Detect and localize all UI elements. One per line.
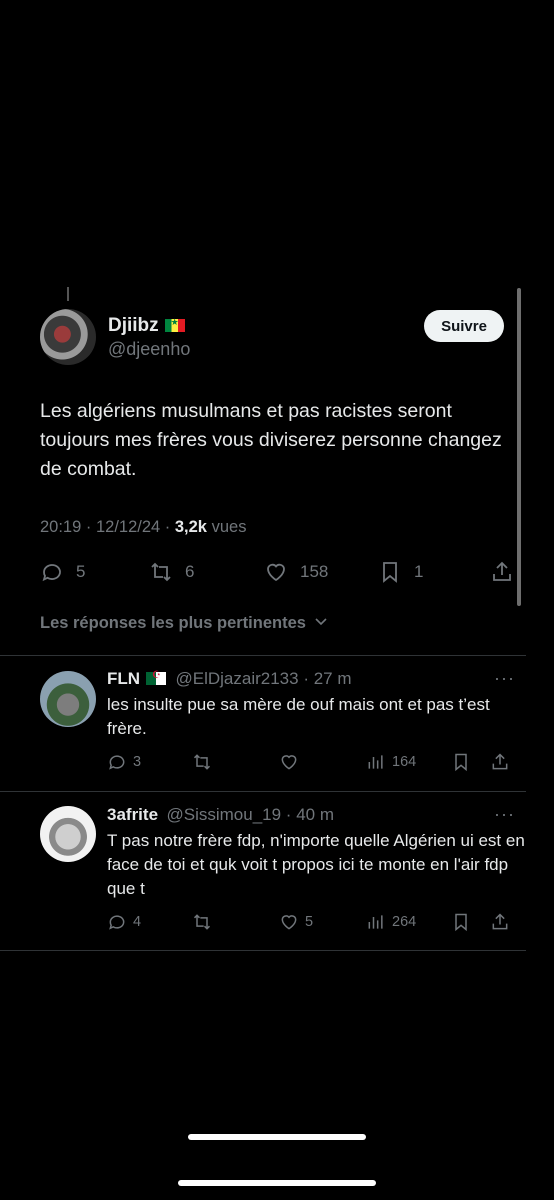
scrollbar[interactable] <box>517 288 521 606</box>
reply-button[interactable]: 5 <box>40 560 85 584</box>
bookmark-icon <box>455 913 467 932</box>
reply-author-handle[interactable]: @Sissimou_19 <box>166 805 281 824</box>
heart-icon <box>267 563 285 582</box>
repost-icon <box>193 914 211 930</box>
senegal-flag-icon <box>164 317 185 332</box>
heart-icon <box>281 755 297 770</box>
replies-sort-label: Les réponses les plus pertinentes <box>40 614 306 632</box>
bar-chart-icon <box>368 755 383 769</box>
speech-bubble-icon <box>42 564 61 582</box>
tweet-meta: 20:19 · 12/12/24 · 3,2k vues <box>40 518 247 536</box>
avatar[interactable] <box>40 309 96 365</box>
author-row[interactable]: Djiibz <box>108 315 185 337</box>
author-handle[interactable]: @djeenho <box>108 339 190 360</box>
views-button[interactable]: 164 <box>366 752 416 772</box>
like-button[interactable]: 158 <box>264 560 328 584</box>
chevron-down-icon <box>314 618 327 626</box>
views-count: 3,2k <box>174 518 207 536</box>
views-label: vues <box>211 518 247 536</box>
share-button[interactable] <box>490 560 526 584</box>
reply-count: 3 <box>133 754 142 770</box>
reply-header: 3afrite @Sissimou_19 · 40 m <box>107 805 334 824</box>
repost-count: 6 <box>185 562 195 581</box>
tweet-text: Les algériens musulmans et pas racistes … <box>40 400 502 480</box>
bookmark-icon <box>383 562 397 583</box>
follow-button[interactable]: Suivre <box>424 310 504 342</box>
share-button[interactable] <box>490 912 516 932</box>
reply-author-name[interactable]: 3afrite <box>107 805 158 824</box>
like-count: 5 <box>305 914 314 930</box>
views-count: 264 <box>392 914 417 930</box>
share-icon <box>492 753 508 770</box>
reply-count: 4 <box>133 914 142 930</box>
repost-icon <box>193 754 211 770</box>
reply-time[interactable]: 27 m <box>314 669 352 688</box>
like-button[interactable]: 5 <box>279 912 313 932</box>
divider <box>0 950 526 951</box>
bookmark-button[interactable] <box>451 752 477 772</box>
reply-text: les insulte pue sa mère de ouf mais ont … <box>107 695 490 738</box>
share-icon <box>492 913 508 930</box>
repost-button[interactable] <box>192 912 218 932</box>
reply-author-handle[interactable]: @ElDjazair2133 <box>176 669 299 688</box>
like-count: 158 <box>300 562 329 581</box>
more-dots-icon[interactable]: ··· <box>494 668 515 689</box>
reply-header: FLN @ElDjazair2133 · 27 m <box>107 669 352 689</box>
share-button[interactable] <box>490 752 516 772</box>
more-dots-icon[interactable]: ··· <box>494 804 515 825</box>
bookmark-count: 1 <box>414 562 424 581</box>
bookmark-button[interactable] <box>451 912 477 932</box>
avatar[interactable] <box>40 806 96 862</box>
like-button[interactable] <box>279 752 305 772</box>
speech-bubble-icon <box>109 915 125 930</box>
tweet-time[interactable]: 20:19 <box>40 518 81 536</box>
home-indicator[interactable] <box>188 1134 366 1140</box>
heart-icon <box>281 915 297 930</box>
reply-author-name[interactable]: FLN <box>107 669 140 688</box>
bar-chart-icon <box>368 915 383 929</box>
views-button[interactable]: 264 <box>366 912 416 932</box>
reply-time[interactable]: 40 m <box>296 805 334 824</box>
algeria-flag-icon <box>146 670 167 685</box>
author-name[interactable]: Djiibz <box>108 315 159 336</box>
reply-button[interactable]: 4 <box>107 912 141 932</box>
divider <box>0 791 526 792</box>
repost-icon <box>151 562 171 582</box>
home-indicator[interactable] <box>178 1180 376 1186</box>
repost-button[interactable] <box>192 752 218 772</box>
avatar[interactable] <box>40 671 96 727</box>
tweet-date[interactable]: 12/12/24 <box>96 518 160 536</box>
thread-connector <box>67 287 69 301</box>
replies-sort-dropdown[interactable]: Les réponses les plus pertinentes <box>40 614 328 633</box>
speech-bubble-icon <box>109 755 125 770</box>
reply-text: T pas notre frère fdp, n'importe quelle … <box>107 831 525 898</box>
views-count: 164 <box>392 754 417 770</box>
reply-button[interactable]: 3 <box>107 752 141 772</box>
bookmark-icon <box>455 753 467 772</box>
repost-button[interactable]: 6 <box>149 560 194 584</box>
share-icon <box>493 561 511 581</box>
divider <box>0 655 526 656</box>
reply-count: 5 <box>76 562 86 581</box>
bookmark-button[interactable]: 1 <box>378 560 423 584</box>
